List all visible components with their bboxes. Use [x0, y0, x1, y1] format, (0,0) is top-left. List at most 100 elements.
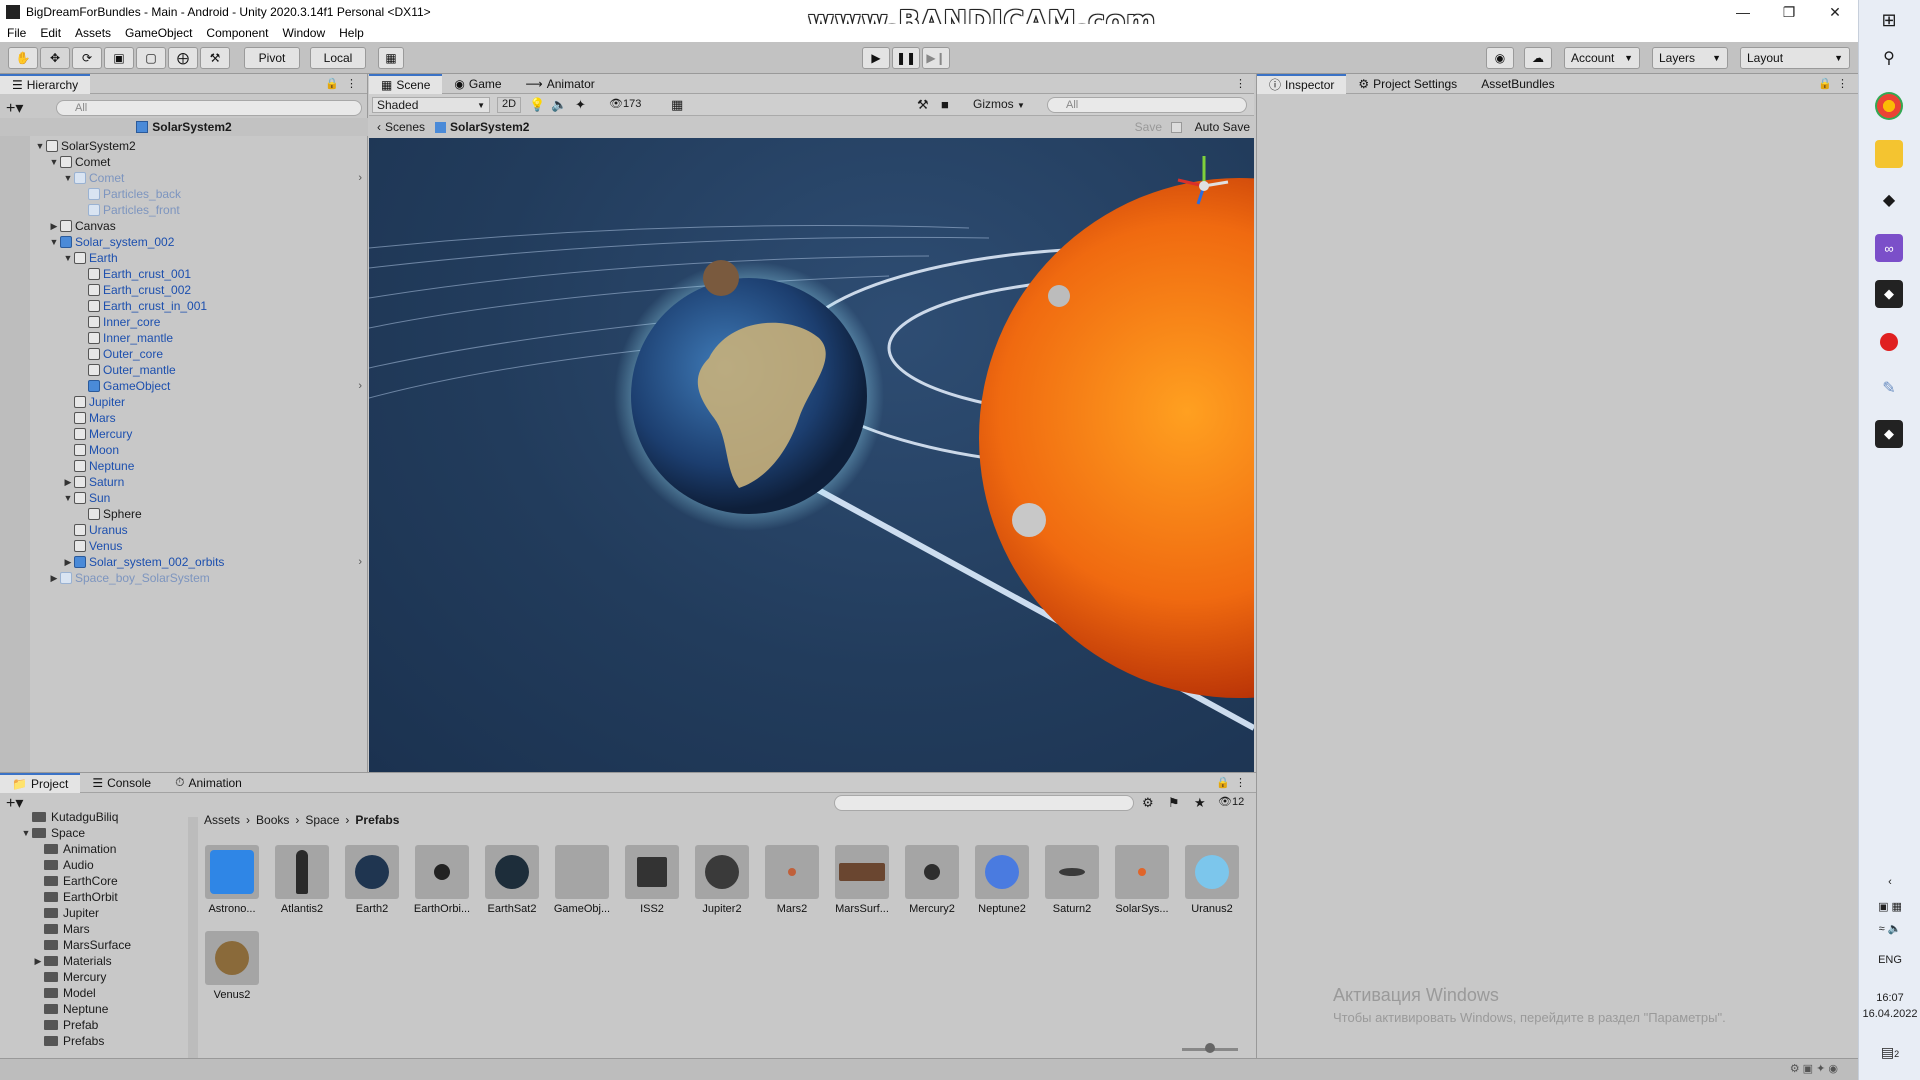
kebab-menu-icon[interactable]: ⋮ — [1235, 776, 1246, 789]
asset-item[interactable]: Mars2 — [760, 845, 824, 915]
menu-gameobject[interactable]: GameObject — [118, 26, 199, 40]
tab-console[interactable]: ☰ Console — [80, 773, 163, 793]
asset-item[interactable]: Mercury2 — [900, 845, 964, 915]
hand-tool-icon[interactable]: ✋ — [8, 47, 38, 69]
collapsed-arrow-icon[interactable]: ▶ — [62, 477, 74, 488]
asset-item[interactable]: EarthSat2 — [480, 845, 544, 915]
project-folder-item[interactable]: Jupiter — [0, 905, 188, 921]
hidden-objects-counter[interactable]: 👁173 — [609, 97, 641, 110]
toggle-2d-button[interactable]: 2D — [497, 97, 521, 113]
project-folder-item[interactable]: KutadguBiliq — [0, 809, 188, 825]
asset-item[interactable]: Saturn2 — [1040, 845, 1104, 915]
breadcrumb-solarsystem2[interactable]: SolarSystem2 — [450, 120, 529, 134]
hierarchy-item[interactable]: ▶ Saturn — [0, 474, 368, 490]
collab-icon[interactable]: ◉ — [1486, 47, 1514, 69]
breadcrumb-books[interactable]: Books — [256, 813, 289, 827]
tab-inspector[interactable]: ⓘ Inspector — [1257, 73, 1347, 94]
breadcrumb-scenes[interactable]: Scenes — [385, 120, 425, 134]
clock-date[interactable]: 16.04.2022 — [1859, 1008, 1920, 1020]
expanded-arrow-icon[interactable]: ▼ — [62, 173, 74, 183]
shading-mode-dropdown[interactable]: Shaded ▼ — [372, 97, 490, 113]
project-folder-item[interactable]: Model — [0, 985, 188, 1001]
rect-tool-icon[interactable]: ▢ — [136, 47, 166, 69]
save-button[interactable]: Save — [1135, 120, 1162, 134]
asset-item[interactable]: Neptune2 — [970, 845, 1034, 915]
hierarchy-item[interactable]: Venus — [0, 538, 368, 554]
hierarchy-item[interactable]: Particles_back — [0, 186, 368, 202]
asset-item[interactable]: EarthOrbi... — [410, 845, 474, 915]
hierarchy-item[interactable]: ▼ Comet › — [0, 170, 368, 186]
tab-assetbundles[interactable]: AssetBundles — [1469, 74, 1566, 94]
hierarchy-item[interactable]: ▼ Solar_system_002 — [0, 234, 368, 250]
unity-editor-icon[interactable]: ◆ — [1875, 280, 1903, 308]
layout-dropdown[interactable]: Layout ▼ — [1740, 47, 1850, 69]
asset-item[interactable]: Atlantis2 — [270, 845, 334, 915]
effects-icon[interactable]: ✦ — [575, 97, 586, 113]
asset-item[interactable]: GameObj... — [550, 845, 614, 915]
visual-studio-icon[interactable]: ∞ — [1875, 234, 1903, 262]
hierarchy-item[interactable]: Outer_core — [0, 346, 368, 362]
play-icon[interactable]: ▶ — [862, 47, 890, 69]
grid-snap-icon[interactable]: ▦ — [378, 47, 404, 69]
expanded-arrow-icon[interactable]: ▼ — [62, 493, 74, 503]
hidden-packages-counter[interactable]: 👁12 — [1218, 795, 1244, 808]
tree-scrollbar[interactable] — [188, 817, 198, 1059]
menu-edit[interactable]: Edit — [33, 26, 68, 40]
project-folder-item[interactable]: EarthCore — [0, 873, 188, 889]
input-language[interactable]: ENG — [1859, 954, 1920, 966]
unity-editor-2-icon[interactable]: ◆ — [1875, 420, 1903, 448]
notification-center[interactable]: ▤2 — [1859, 1044, 1920, 1061]
bandicam-record-icon[interactable] — [1875, 328, 1903, 356]
layers-dropdown[interactable]: Layers ▼ — [1652, 47, 1728, 69]
close-icon[interactable]: ✕ — [1812, 0, 1858, 24]
breadcrumb-space[interactable]: Space — [305, 813, 339, 827]
project-folder-item[interactable]: Prefab — [0, 1017, 188, 1033]
windows-start-icon[interactable]: ⊞ — [1875, 6, 1903, 34]
expanded-arrow-icon[interactable]: ▼ — [62, 253, 74, 263]
hierarchy-item[interactable]: Earth_crust_001 — [0, 266, 368, 282]
hierarchy-item[interactable]: Outer_mantle — [0, 362, 368, 378]
hierarchy-item[interactable]: ▶ Canvas — [0, 218, 368, 234]
tab-hierarchy[interactable]: ☰ Hierarchy — [0, 73, 91, 94]
lock-icon[interactable]: 🔒 — [1818, 77, 1832, 90]
kebab-menu-icon[interactable]: ⋮ — [346, 77, 357, 90]
tab-project[interactable]: 📁 Project — [0, 772, 81, 793]
back-arrow-icon[interactable]: ‹ — [377, 120, 381, 134]
hierarchy-item[interactable]: ▼ Sun — [0, 490, 368, 506]
scene-search-input[interactable]: All — [1047, 97, 1247, 113]
rotate-tool-icon[interactable]: ⟳ — [72, 47, 102, 69]
tab-animation[interactable]: ⏱ Animation — [163, 773, 254, 793]
search-icon[interactable]: ⚲ — [1875, 44, 1903, 72]
open-prefab-arrow-icon[interactable]: › — [358, 380, 362, 392]
collapsed-arrow-icon[interactable]: ▶ — [48, 221, 60, 232]
hierarchy-item[interactable]: Mars — [0, 410, 368, 426]
menu-component[interactable]: Component — [199, 26, 275, 40]
expanded-arrow-icon[interactable]: ▼ — [48, 237, 60, 247]
chrome-icon[interactable] — [1875, 92, 1903, 120]
menu-window[interactable]: Window — [275, 26, 332, 40]
camera-icon[interactable]: ■ — [941, 97, 949, 112]
hierarchy-item[interactable]: ▶ Solar_system_002_orbits › — [0, 554, 368, 570]
menu-help[interactable]: Help — [332, 26, 371, 40]
network-volume-icons[interactable]: ≈ 🔈 — [1859, 922, 1920, 935]
hierarchy-item[interactable]: Moon — [0, 442, 368, 458]
hierarchy-item[interactable]: Earth_crust_in_001 — [0, 298, 368, 314]
project-search-input[interactable] — [834, 795, 1134, 811]
project-folder-item[interactable]: Mars — [0, 921, 188, 937]
open-prefab-arrow-icon[interactable]: › — [358, 172, 362, 184]
kebab-menu-icon[interactable]: ⋮ — [1235, 77, 1246, 90]
project-folder-item[interactable]: Audio — [0, 857, 188, 873]
clock-time[interactable]: 16:07 — [1859, 992, 1920, 1004]
transform-tool-icon[interactable]: ⨁ — [168, 47, 198, 69]
tray-icons[interactable]: ▣ ▦ — [1859, 900, 1920, 913]
kebab-menu-icon[interactable]: ⋮ — [1837, 77, 1848, 90]
asset-item[interactable]: Jupiter2 — [690, 845, 754, 915]
project-folder-item[interactable]: Prefabs — [0, 1033, 188, 1049]
filter-type-icon[interactable]: ⚙ — [1142, 795, 1154, 811]
collapsed-arrow-icon[interactable]: ▶ — [32, 956, 44, 967]
project-folder-item[interactable]: EarthOrbit — [0, 889, 188, 905]
favorite-star-icon[interactable]: ★ — [1194, 795, 1206, 811]
breadcrumb-prefabs[interactable]: Prefabs — [355, 813, 399, 827]
move-tool-icon[interactable]: ✥ — [40, 47, 70, 69]
collapsed-arrow-icon[interactable]: ▶ — [48, 573, 60, 584]
